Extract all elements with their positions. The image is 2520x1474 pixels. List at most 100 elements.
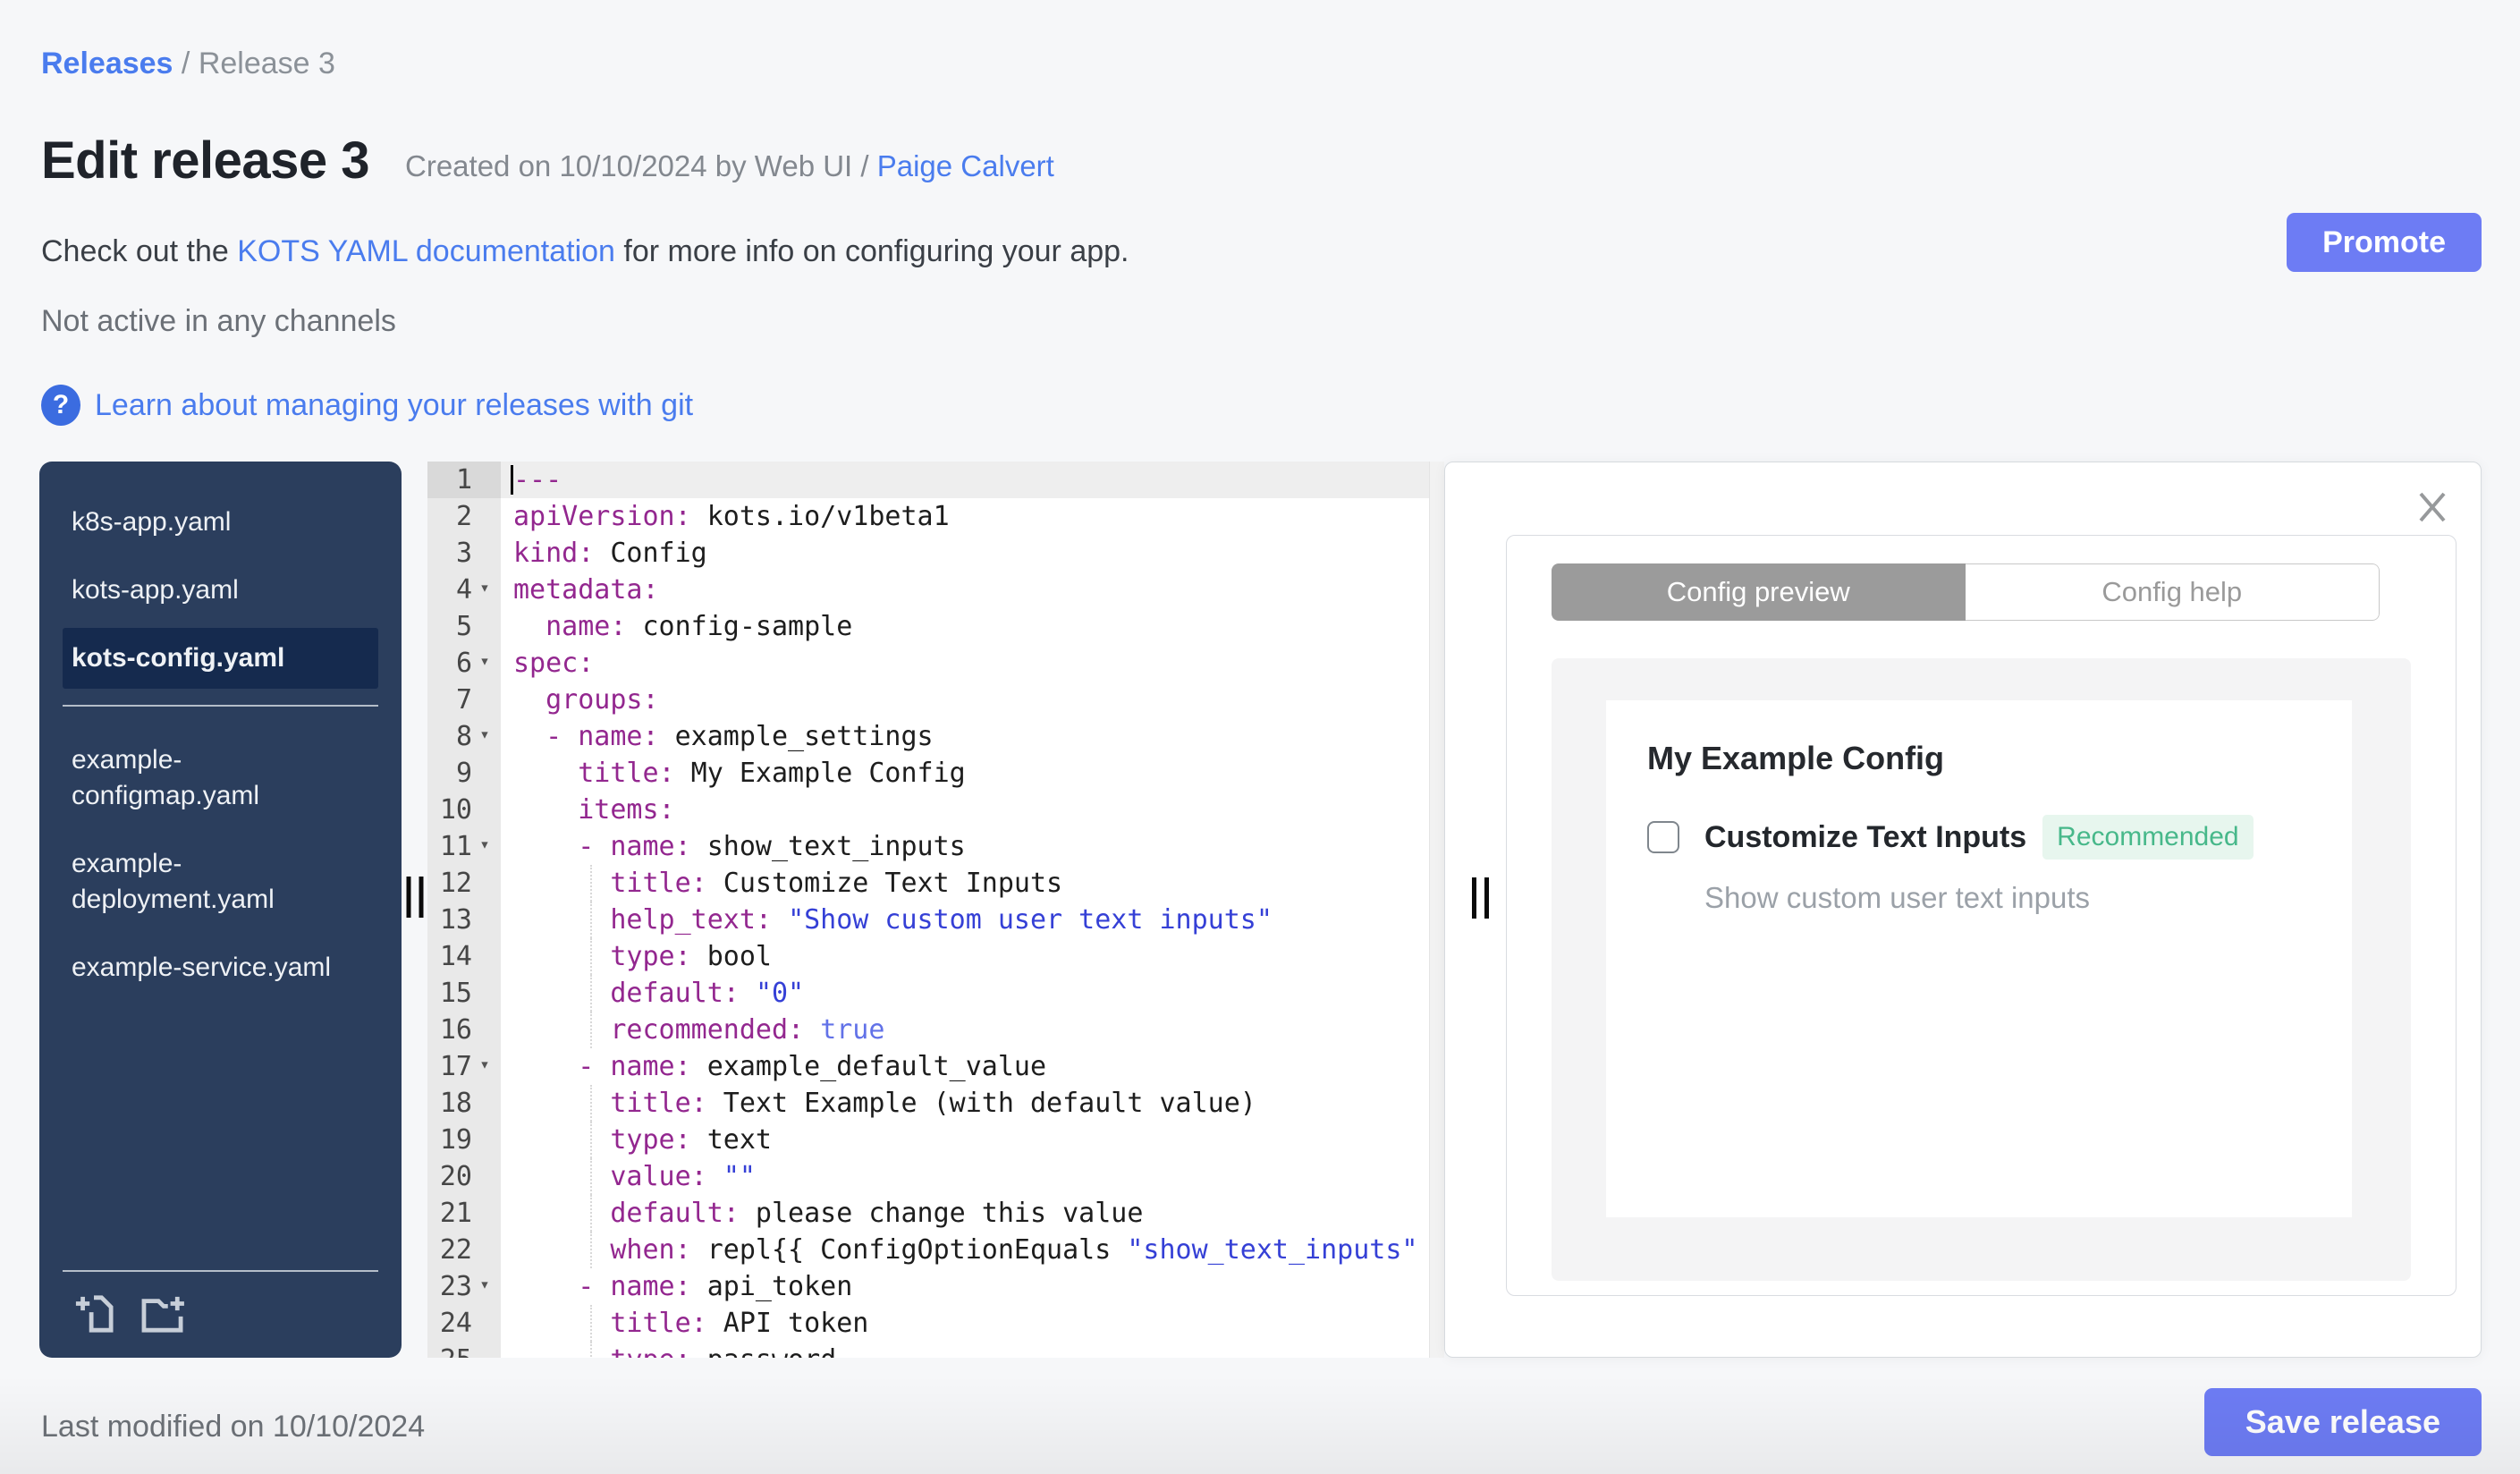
code-line[interactable]: 11 ▾ - name: show_text_inputs — [427, 828, 1444, 865]
line-number: 17 ▾ — [427, 1048, 501, 1085]
code-line[interactable]: 21 default: please change this value — [427, 1195, 1444, 1232]
code-line[interactable]: 15 default: "0" — [427, 975, 1444, 1012]
created-prefix: Created on 10/10/2024 by Web UI / — [405, 149, 877, 182]
code-line[interactable]: 12 title: Customize Text Inputs — [427, 865, 1444, 902]
file-item[interactable]: example-service.yaml — [63, 937, 378, 998]
code-line[interactable]: 4 ▾ metadata: — [427, 572, 1444, 608]
code-editor[interactable]: 1 --- 2 apiVersion: kots.io/v1beta1 3 kind: C… — [427, 462, 1444, 1358]
promote-button[interactable]: Promote — [2287, 213, 2482, 272]
line-number: 18 — [427, 1085, 501, 1122]
docs-prefix: Check out the — [41, 234, 238, 268]
breadcrumb-releases-link[interactable]: Releases — [41, 47, 173, 80]
code-line[interactable]: 1 --- — [427, 462, 1444, 498]
preview-tabs: Config preview Config help — [1552, 563, 2380, 621]
save-release-button[interactable]: Save release — [2203, 1388, 2482, 1456]
line-number: 1 — [427, 462, 501, 498]
code-line[interactable]: 5 name: config-sample — [427, 608, 1444, 645]
config-item-row: Customize Text Inputs Recommended — [1647, 815, 2311, 860]
config-preview-panel: Config preview Config help My Example Con… — [1444, 462, 2482, 1358]
code-line[interactable]: 8 ▾ - name: example_settings — [427, 718, 1444, 755]
new-folder-icon — [140, 1294, 186, 1336]
line-number: 6 ▾ — [427, 645, 501, 682]
code-line[interactable]: 18 title: Text Example (with default val… — [427, 1085, 1444, 1122]
preview-content-area: My Example Config Customize Text Inputs … — [1552, 658, 2411, 1281]
line-number: 7 — [427, 682, 501, 718]
docs-suffix: for more info on configuring your app. — [614, 234, 1129, 268]
code-line[interactable]: 9 title: My Example Config — [427, 755, 1444, 792]
config-group-title: My Example Config — [1647, 740, 1945, 776]
new-file-icon — [73, 1294, 114, 1336]
line-number: 23 ▾ — [427, 1268, 501, 1305]
fold-arrow-icon[interactable]: ▾ — [472, 716, 497, 753]
text-cursor — [511, 465, 513, 495]
kots-docs-link[interactable]: KOTS YAML documentation — [237, 234, 615, 268]
sidebar-bottom-bar — [63, 1270, 378, 1358]
code-lines: 1 --- 2 apiVersion: kots.io/v1beta1 3 kind: C… — [427, 462, 1444, 1358]
file-item[interactable]: k8s-app.yaml — [63, 492, 378, 553]
config-item-label: Customize Text Inputs — [1704, 819, 2027, 854]
code-line[interactable]: 24 title: API token — [427, 1305, 1444, 1342]
recommended-badge: Recommended — [2042, 815, 2254, 860]
code-line[interactable]: 20 value: "" — [427, 1158, 1444, 1195]
code-line[interactable]: 7 groups: — [427, 682, 1444, 718]
docs-text: Check out the KOTS YAML documentation fo… — [41, 234, 1129, 269]
close-button[interactable] — [2416, 491, 2448, 526]
channel-status: Not active in any channels — [41, 304, 396, 338]
code-line[interactable]: 23 ▾ - name: api_token — [427, 1268, 1444, 1305]
line-number: 11 ▾ — [427, 828, 501, 865]
line-number: 3 — [427, 535, 501, 572]
file-item[interactable]: kots-app.yaml — [63, 560, 378, 621]
code-line[interactable]: 22 when: repl{{ ConfigOptionEquals "show… — [427, 1232, 1444, 1268]
file-sidebar: k8s-app.yaml kots-app.yaml kots-config.yam… — [39, 462, 402, 1358]
line-number: 10 — [427, 792, 501, 828]
new-folder-button[interactable] — [140, 1294, 186, 1336]
code-line[interactable]: 2 apiVersion: kots.io/v1beta1 — [427, 498, 1444, 535]
line-number: 20 — [427, 1158, 501, 1195]
config-item-help-text: Show custom user text inputs — [1704, 881, 2091, 914]
code-line[interactable]: 13 help_text: "Show custom user text inp… — [427, 902, 1444, 938]
checkbox[interactable] — [1647, 821, 1679, 853]
breadcrumb-separator: / — [173, 47, 199, 80]
fold-arrow-icon[interactable]: ▾ — [472, 643, 497, 680]
resize-handle-right[interactable] — [1472, 877, 1489, 919]
code-line[interactable]: 25 type: password — [427, 1342, 1444, 1358]
line-number: 22 — [427, 1232, 501, 1268]
preview-card: Config preview Config help My Example Con… — [1506, 535, 2457, 1296]
code-line[interactable]: 17 ▾ - name: example_default_value — [427, 1048, 1444, 1085]
tab-config-preview[interactable]: Config preview — [1552, 563, 1966, 621]
fold-arrow-icon[interactable]: ▾ — [472, 1046, 497, 1083]
file-list-divider — [63, 705, 378, 707]
line-number: 16 — [427, 1012, 501, 1048]
file-item[interactable]: example-configmap.yaml — [63, 730, 378, 826]
sidebar-editor-gap — [402, 462, 427, 1358]
fold-arrow-icon[interactable]: ▾ — [472, 570, 497, 606]
resize-handle-left[interactable] — [406, 877, 423, 918]
author-link[interactable]: Paige Calvert — [877, 149, 1054, 182]
fold-arrow-icon[interactable]: ▾ — [472, 1266, 497, 1303]
fold-arrow-icon[interactable]: ▾ — [472, 826, 497, 863]
file-item[interactable]: kots-config.yaml — [63, 628, 378, 689]
config-group-card: My Example Config Customize Text Inputs … — [1606, 700, 2352, 1217]
line-number: 21 — [427, 1195, 501, 1232]
tab-config-help[interactable]: Config help — [1965, 563, 2380, 621]
code-line[interactable]: 3 kind: Config — [427, 535, 1444, 572]
line-number: 13 — [427, 902, 501, 938]
code-line[interactable]: 16 recommended: true — [427, 1012, 1444, 1048]
line-number: 19 — [427, 1122, 501, 1158]
line-number: 25 — [427, 1342, 501, 1358]
line-number: 9 — [427, 755, 501, 792]
new-file-button[interactable] — [73, 1294, 114, 1336]
file-item[interactable]: example-deployment.yaml — [63, 834, 378, 930]
help-icon: ? — [41, 385, 80, 426]
code-line[interactable]: 6 ▾ spec: — [427, 645, 1444, 682]
breadcrumb: Releases / Release 3 — [41, 47, 335, 81]
git-help-link[interactable]: Learn about managing your releases with … — [95, 388, 693, 423]
page-title: Edit release 3 — [41, 131, 370, 190]
code-line[interactable]: 19 type: text — [427, 1122, 1444, 1158]
created-text: Created on 10/10/2024 by Web UI / Paige … — [405, 149, 1054, 191]
code-line[interactable]: 10 items: — [427, 792, 1444, 828]
code-line[interactable]: 14 type: bool — [427, 938, 1444, 975]
breadcrumb-current: Release 3 — [198, 47, 335, 80]
file-list: k8s-app.yaml kots-app.yaml kots-config.yam… — [39, 462, 402, 998]
last-modified-text: Last modified on 10/10/2024 — [41, 1410, 426, 1444]
